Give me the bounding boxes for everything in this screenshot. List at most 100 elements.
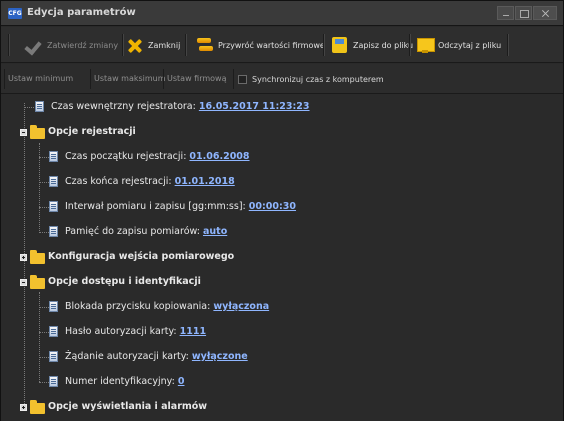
tree-item-text: Czas początku rejestracji: 01.06.2008 bbox=[65, 151, 250, 162]
tree-item-text: Interwał pomiaru i zapisu [gg:mm:ss]: 00… bbox=[65, 201, 296, 212]
load-from-file-button[interactable]: Odczytaj z pliku bbox=[416, 33, 501, 57]
tree-group-registration[interactable]: Opcje rejestracji bbox=[1, 120, 563, 145]
parameter-label: Żądanie autoryzacji karty: bbox=[65, 351, 192, 362]
folder-icon bbox=[30, 250, 45, 264]
tree-item-id-number[interactable]: Numer identyfikacyjny: 0 bbox=[1, 370, 563, 395]
tree-item-password[interactable]: Hasło autoryzacji karty: 1111 bbox=[1, 320, 563, 345]
tree-group-display[interactable]: Opcje wyświetlania i alarmów bbox=[1, 395, 563, 420]
maximize-button[interactable] bbox=[515, 6, 532, 20]
toolbar-separator bbox=[185, 34, 187, 56]
tree-connector bbox=[39, 307, 49, 308]
confirm-changes-button[interactable]: Zatwierdź zmiany bbox=[25, 33, 118, 57]
parameter-value[interactable]: auto bbox=[203, 226, 227, 237]
parameter-label: Hasło autoryzacji karty: bbox=[65, 326, 180, 337]
collapse-icon[interactable] bbox=[20, 279, 27, 286]
parameter-label: Blokada przycisku kopiowania: bbox=[65, 301, 214, 312]
parameter-editor-window: CFG Edycja parametrów Zatwierdź zmiany Z… bbox=[0, 0, 564, 421]
app-icon: CFG bbox=[8, 8, 22, 19]
tree-connector bbox=[39, 207, 49, 208]
group-label: Opcje dostępu i identyfikacji bbox=[48, 276, 201, 287]
parameter-value[interactable]: 00:00:30 bbox=[249, 201, 296, 212]
save-to-file-button[interactable]: Zapisz do pliku bbox=[331, 33, 413, 57]
tree-item-text: Hasło autoryzacji karty: 1111 bbox=[65, 326, 206, 337]
tree-item-copy-lock[interactable]: Blokada przycisku kopiowania: wyłączona bbox=[1, 295, 563, 320]
expand-icon[interactable] bbox=[20, 254, 27, 261]
tree-item-text: Czas wewnętrzny rejestratora: 16.05.2017… bbox=[51, 101, 310, 112]
group-label: Konfiguracja wejścia pomiarowego bbox=[48, 251, 235, 262]
main-toolbar: Zatwierdź zmiany Zamknij Przywróć wartoś… bbox=[1, 27, 563, 63]
tree-group-access[interactable]: Opcje dostępu i identyfikacji bbox=[1, 270, 563, 295]
close-window-button[interactable] bbox=[533, 6, 557, 20]
parameter-label: Czas wewnętrzny rejestratora: bbox=[51, 101, 199, 112]
checkmark-icon bbox=[25, 37, 43, 53]
load-from-file-label: Odczytaj z pliku bbox=[438, 40, 502, 50]
folder-icon bbox=[30, 400, 45, 414]
parameter-value[interactable]: wyłączone bbox=[192, 351, 248, 362]
tree-group-input-config[interactable]: Konfiguracja wejścia pomiarowego bbox=[1, 245, 563, 270]
parameter-value[interactable]: wyłączona bbox=[213, 301, 269, 312]
sync-time-checkbox[interactable]: Synchronizuj czas z komputerem bbox=[233, 69, 384, 89]
parameter-icon bbox=[49, 151, 58, 162]
confirm-changes-label: Zatwierdź zmiany bbox=[47, 40, 119, 50]
tree-item-reg-start[interactable]: Czas początku rejestracji: 01.06.2008 bbox=[1, 145, 563, 170]
tree-item-text: Żądanie autoryzacji karty: wyłączone bbox=[65, 351, 248, 362]
window-controls bbox=[496, 6, 557, 20]
tree-item-internal-time[interactable]: Czas wewnętrzny rejestratora: 16.05.2017… bbox=[1, 95, 563, 120]
tree-item-interval[interactable]: Interwał pomiaru i zapisu [gg:mm:ss]: 00… bbox=[1, 195, 563, 220]
close-icon bbox=[126, 37, 144, 53]
restore-defaults-button[interactable]: Przywróć wartości firmowe bbox=[196, 33, 325, 57]
tree-connector bbox=[39, 157, 49, 158]
tree-item-text: Pamięć do zapisu pomiarów: auto bbox=[65, 226, 227, 237]
parameter-value[interactable]: 01.01.2018 bbox=[175, 176, 235, 187]
parameter-icon bbox=[49, 176, 58, 187]
toolbar-separator bbox=[409, 34, 411, 56]
parameter-tree: Czas wewnętrzny rejestratora: 16.05.2017… bbox=[1, 95, 563, 421]
parameter-label: Pamięć do zapisu pomiarów: bbox=[65, 226, 203, 237]
parameter-value[interactable]: 1111 bbox=[180, 326, 206, 337]
save-icon bbox=[331, 37, 349, 53]
parameter-label: Interwał pomiaru i zapisu [gg:mm:ss]: bbox=[65, 201, 249, 212]
parameter-label: Czas końca rejestracji: bbox=[65, 176, 175, 187]
toolbar-separator bbox=[8, 34, 10, 56]
tree-item-text: Numer identyfikacyjny: 0 bbox=[65, 376, 184, 387]
save-to-file-label: Zapisz do pliku bbox=[353, 40, 414, 50]
collapse-icon[interactable] bbox=[20, 129, 27, 136]
parameter-value[interactable]: 16.05.2017 11:23:23 bbox=[199, 101, 310, 112]
tree-item-text: Czas końca rejestracji: 01.01.2018 bbox=[65, 176, 235, 187]
tree-connector bbox=[39, 182, 49, 183]
parameter-icon bbox=[35, 101, 44, 112]
parameter-icon bbox=[49, 376, 58, 387]
tree-connector bbox=[39, 357, 49, 358]
value-toolbar: Ustaw minimum Ustaw maksimum Ustaw firmo… bbox=[1, 64, 563, 94]
toolbar-separator bbox=[323, 34, 325, 56]
monitor-icon bbox=[416, 37, 435, 53]
set-minimum-button[interactable]: Ustaw minimum bbox=[4, 69, 76, 89]
tree-connector bbox=[39, 332, 49, 333]
group-label: Opcje rejestracji bbox=[48, 126, 136, 137]
tree-item-memory[interactable]: Pamięć do zapisu pomiarów: auto bbox=[1, 220, 563, 245]
minimize-button[interactable] bbox=[497, 6, 514, 20]
window-title: Edycja parametrów bbox=[27, 7, 136, 18]
parameter-icon bbox=[49, 326, 58, 337]
tree-item-reg-end[interactable]: Czas końca rejestracji: 01.01.2018 bbox=[1, 170, 563, 195]
tree-connector bbox=[24, 107, 34, 108]
refresh-icon bbox=[196, 37, 214, 53]
parameter-value[interactable]: 01.06.2008 bbox=[189, 151, 249, 162]
toolbar-separator bbox=[122, 34, 124, 56]
expand-icon[interactable] bbox=[20, 404, 27, 411]
parameter-icon bbox=[49, 301, 58, 312]
tree-connector bbox=[39, 232, 49, 233]
title-bar: CFG Edycja parametrów bbox=[1, 1, 563, 26]
set-factory-button[interactable]: Ustaw firmową bbox=[163, 69, 229, 89]
toolbar-separator bbox=[507, 34, 509, 56]
tree-item-text: Blokada przycisku kopiowania: wyłączona bbox=[65, 301, 269, 312]
tree-item-auth-request[interactable]: Żądanie autoryzacji karty: wyłączone bbox=[1, 345, 563, 370]
restore-defaults-label: Przywróć wartości firmowe bbox=[218, 40, 325, 50]
set-maximum-button[interactable]: Ustaw maksimum bbox=[90, 69, 169, 89]
checkbox-icon bbox=[238, 74, 247, 84]
folder-icon bbox=[30, 125, 45, 139]
parameter-value[interactable]: 0 bbox=[178, 376, 185, 387]
parameter-icon bbox=[49, 226, 58, 237]
parameter-label: Czas początku rejestracji: bbox=[65, 151, 190, 162]
close-button[interactable]: Zamknij bbox=[126, 33, 180, 57]
